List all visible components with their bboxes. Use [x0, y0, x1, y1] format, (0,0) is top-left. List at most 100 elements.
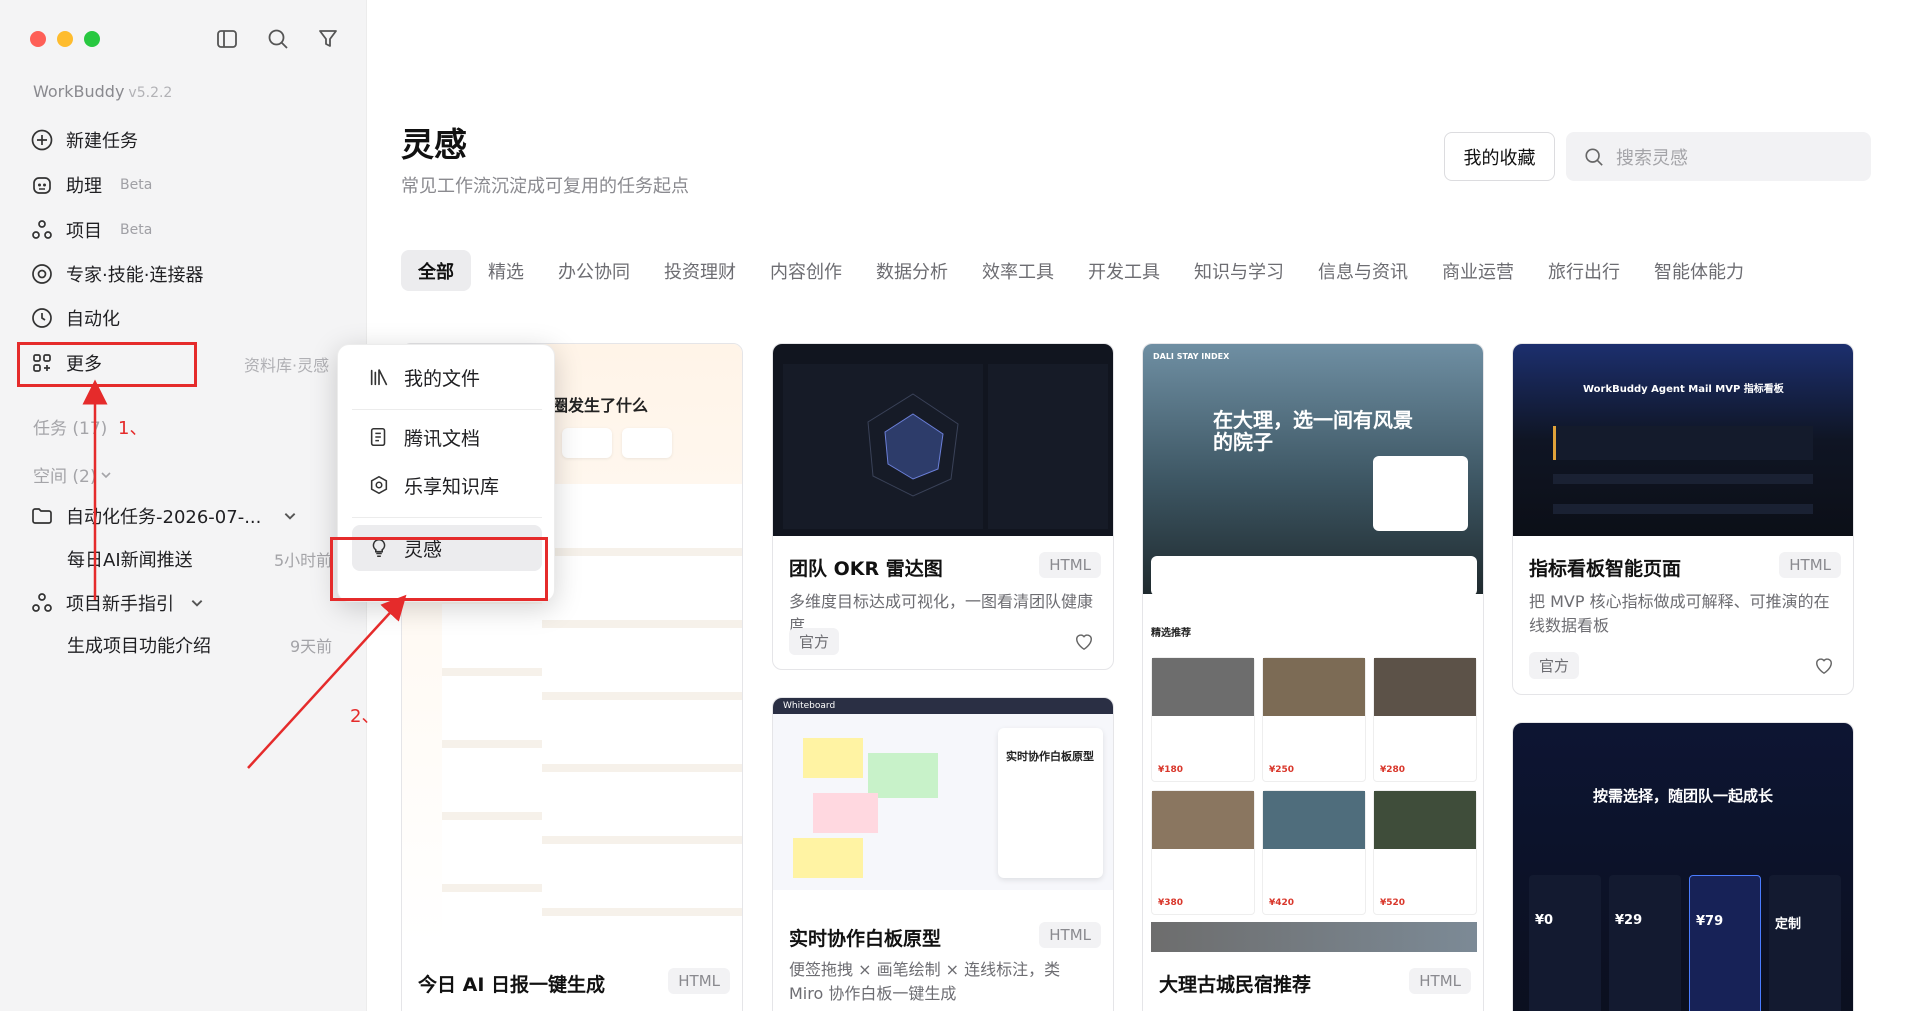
nav-new-task[interactable]: 新建任务 [30, 123, 138, 157]
space-project-guide[interactable]: 项目新手指引 [30, 586, 204, 620]
card-description: 把 MVP 核心指标做成可解释、可推演的在线数据看板 [1529, 592, 1830, 635]
beta-badge: Beta [120, 177, 153, 193]
card-title: 大理古城民宿推荐 [1159, 974, 1312, 996]
format-badge: HTML [1779, 552, 1841, 578]
close-window-button[interactable] [30, 31, 46, 47]
tab-efficiency[interactable]: 效率工具 [965, 250, 1071, 291]
menu-item-tencent-docs[interactable]: 腾讯文档 [352, 414, 542, 460]
nav-project[interactable]: 项目 Beta [30, 213, 152, 247]
sidebar-toggle-icon[interactable] [214, 26, 240, 52]
chevron-down-icon [101, 471, 112, 478]
preview-app-bar: Whiteboard [773, 698, 1113, 714]
robot-icon [33, 177, 51, 194]
nav-label: 新建任务 [66, 131, 138, 152]
nav-label: 专家·技能·连接器 [66, 265, 204, 286]
card-whiteboard[interactable]: Whiteboard 实时协作白板原型 实时协作白板原型 HTML 便签拖拽 ×… [772, 697, 1114, 1011]
search-icon [1585, 147, 1603, 166]
card-pricing[interactable]: 按需选择，随团队一起成长 ¥0 ¥29 ¥79 定制 [1512, 722, 1854, 1011]
tab-dev-tools[interactable]: 开发工具 [1071, 250, 1177, 291]
task-time: 9天前 [290, 637, 333, 656]
task-generate-project-intro[interactable]: 生成项目功能介绍 [67, 632, 211, 658]
project-icon [32, 220, 52, 239]
category-tabs: 全部 精选 办公协同 投资理财 内容创作 数据分析 效率工具 开发工具 知识与学… [401, 250, 1761, 291]
card-description: 便签拖拽 × 画笔绘制 × 连线标注，类 Miro 协作白板一键生成 [789, 960, 1061, 1003]
annotation-box-inspiration [330, 537, 548, 601]
annotation-box-more [17, 342, 197, 387]
preview-index-label: DALI STAY INDEX [1153, 352, 1230, 361]
space-label: 自动化任务-2026-07-... [66, 507, 262, 528]
folder-icon [32, 508, 52, 524]
preview-heading: WorkBuddy Agent Mail MVP 指标看板 [1583, 384, 1784, 395]
nav-label: 自动化 [66, 309, 120, 330]
space-label: 项目新手指引 [66, 594, 174, 615]
plus-circle-icon [31, 129, 53, 151]
card-preview: DALI STAY INDEX 在大理，选一间有风景的院子 精选推荐 ¥180 … [1143, 344, 1483, 952]
nav-automation[interactable]: 自动化 [30, 301, 120, 335]
card-metrics-dashboard[interactable]: WorkBuddy Agent Mail MVP 指标看板 指标看板智能页面 H… [1512, 343, 1854, 695]
preview-heading: 在大理，选一间有风景的院子 [1213, 408, 1413, 454]
card-title: 实时协作白板原型 [789, 928, 942, 950]
page-subtitle: 常见工作流沉淀成可复用的任务起点 [401, 176, 689, 197]
format-badge: HTML [1409, 968, 1471, 994]
heart-icon[interactable] [1073, 631, 1095, 651]
radar-preview-image [783, 364, 1108, 529]
annotation-step-2: 2、 [350, 706, 380, 727]
format-badge: HTML [668, 968, 730, 994]
docs-icon [370, 427, 386, 447]
card-preview [773, 344, 1113, 536]
tasks-section-label[interactable]: 任务 (17) [33, 414, 107, 439]
tab-content-creation[interactable]: 内容创作 [753, 250, 859, 291]
annotation-step-1: 1、 [118, 418, 148, 439]
menu-item-my-files[interactable]: 我的文件 [352, 354, 542, 400]
card-title: 今日 AI 日报一键生成 [418, 974, 606, 996]
files-icon [370, 369, 388, 386]
beta-badge: Beta [120, 222, 153, 238]
heart-icon[interactable] [1813, 655, 1835, 675]
tab-investing[interactable]: 投资理财 [647, 250, 753, 291]
tab-travel[interactable]: 旅行出行 [1531, 250, 1637, 291]
tab-business[interactable]: 商业运营 [1425, 250, 1531, 291]
main-content: 灵感 常见工作流沉淀成可复用的任务起点 我的收藏 搜索灵感 全部 精选 办公协同… [368, 0, 1920, 1011]
tab-all[interactable]: 全部 [401, 250, 471, 291]
tab-featured[interactable]: 精选 [471, 250, 541, 291]
skills-icon [32, 264, 52, 284]
task-time: 5小时前 [274, 551, 333, 570]
card-okr-radar[interactable]: 团队 OKR 雷达图 HTML 多维度目标达成可视化，一图看清团队健康度 官方 [772, 343, 1114, 670]
card-preview: 按需选择，随团队一起成长 ¥0 ¥29 ¥79 定制 [1513, 723, 1853, 1011]
tab-agent[interactable]: 智能体能力 [1637, 250, 1761, 291]
nav-label: 项目 [66, 221, 102, 242]
card-dali-homestay[interactable]: DALI STAY INDEX 在大理，选一间有风景的院子 精选推荐 ¥180 … [1142, 343, 1484, 1011]
tab-data-analysis[interactable]: 数据分析 [859, 250, 965, 291]
preview-heading: 圈发生了什么 [552, 396, 649, 415]
search-icon[interactable] [265, 26, 291, 52]
card-preview: Whiteboard 实时协作白板原型 [773, 698, 1113, 890]
tab-knowledge[interactable]: 知识与学习 [1177, 250, 1301, 291]
preview-heading: 按需选择，随团队一起成长 [1592, 787, 1773, 805]
knowledge-icon [370, 475, 388, 495]
tab-office[interactable]: 办公协同 [541, 250, 647, 291]
clock-icon [32, 308, 52, 328]
official-tag: 官方 [789, 628, 840, 655]
tab-news[interactable]: 信息与资讯 [1301, 250, 1425, 291]
spaces-section-label[interactable]: 空间 (2) [33, 462, 112, 487]
preview-heading: 实时协作白板原型 [1006, 750, 1094, 763]
more-hint: 资料库·灵感 [244, 356, 330, 375]
chevron-down-icon [191, 600, 203, 607]
maximize-window-button[interactable] [84, 31, 100, 47]
window-controls [30, 31, 100, 47]
app-title: WorkBuddy v5.2.2 [33, 82, 173, 101]
filter-icon[interactable] [315, 26, 341, 52]
official-tag: 官方 [1529, 652, 1580, 679]
card-title: 指标看板智能页面 [1529, 558, 1682, 580]
card-preview: WorkBuddy Agent Mail MVP 指标看板 [1513, 344, 1853, 536]
nav-experts-skills-connectors[interactable]: 专家·技能·连接器 [30, 257, 203, 291]
chevron-down-icon [285, 513, 296, 520]
minimize-window-button[interactable] [57, 31, 73, 47]
search-input[interactable]: 搜索灵感 [1566, 132, 1871, 181]
format-badge: HTML [1039, 552, 1101, 578]
task-daily-ai-news[interactable]: 每日AI新闻推送 [67, 546, 193, 572]
space-automation-tasks[interactable]: 自动化任务-2026-07-... [30, 499, 297, 533]
menu-item-knowledge-base[interactable]: 乐享知识库 [352, 462, 542, 508]
nav-assistant[interactable]: 助理 Beta [30, 168, 152, 202]
favorites-button[interactable]: 我的收藏 [1444, 132, 1555, 181]
